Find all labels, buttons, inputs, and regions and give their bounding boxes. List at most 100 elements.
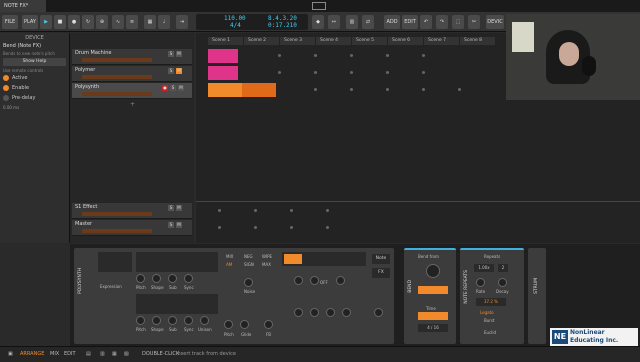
burst-label[interactable]: Burst <box>484 318 495 323</box>
add-button[interactable]: ADD <box>384 15 400 29</box>
shape-2-knob[interactable] <box>152 316 161 325</box>
undo-icon[interactable]: ↶ <box>420 15 432 29</box>
env-decay-knob[interactable] <box>310 308 319 317</box>
rate-knob[interactable] <box>476 278 485 287</box>
empty-slot[interactable] <box>254 226 257 229</box>
glide-knob[interactable] <box>240 320 249 329</box>
empty-slot[interactable] <box>218 209 221 212</box>
bend-time-field[interactable] <box>418 312 448 320</box>
scene-8[interactable]: Scene 8 <box>460 37 496 45</box>
bend-slider[interactable] <box>418 286 448 294</box>
project-tab[interactable]: NOTE FX* <box>0 0 46 12</box>
record-arm-button[interactable]: ● <box>162 85 168 91</box>
fx-button[interactable]: FX <box>372 268 390 278</box>
mute-button[interactable]: M <box>178 85 184 91</box>
track-drum-machine[interactable]: Drum Machine S M <box>72 49 192 65</box>
scene-3[interactable]: Scene 3 <box>280 37 316 45</box>
pitch-knob[interactable] <box>136 274 145 283</box>
track-name[interactable]: S1 Effect <box>75 204 97 210</box>
euclid-label[interactable]: Euclid <box>484 330 496 335</box>
clip-polysynth-2[interactable] <box>242 83 276 97</box>
empty-slot[interactable] <box>254 209 257 212</box>
env-sustain-knob[interactable] <box>326 308 335 317</box>
percent-value[interactable]: 37.2 % <box>476 298 506 306</box>
scene-4[interactable]: Scene 4 <box>316 37 352 45</box>
empty-slot[interactable] <box>278 54 281 57</box>
loop-icon[interactable]: ↻ <box>82 15 94 29</box>
noise-knob[interactable] <box>244 278 253 287</box>
cut-icon[interactable]: ✂ <box>468 15 480 29</box>
mix-tab[interactable]: MIX <box>50 351 59 357</box>
empty-slot[interactable] <box>290 209 293 212</box>
empty-slot[interactable] <box>386 54 389 57</box>
punch-icon[interactable]: ⇥ <box>176 15 188 29</box>
grid-icon[interactable]: ▥ <box>346 15 358 29</box>
max-tab[interactable]: MAX <box>262 262 271 267</box>
tempo-value[interactable]: 110.00 <box>224 15 246 22</box>
layout-icon[interactable]: ▣ <box>8 351 13 357</box>
volume-meter[interactable] <box>82 75 152 79</box>
redo-icon[interactable]: ↷ <box>436 15 448 29</box>
empty-slot[interactable] <box>422 54 425 57</box>
bend-amount-knob[interactable] <box>426 264 440 278</box>
waveform-display-2[interactable] <box>136 294 218 314</box>
menu-icon[interactable] <box>312 2 326 10</box>
legato-label[interactable]: Legato <box>480 310 494 315</box>
resonance-knob[interactable] <box>310 276 319 285</box>
track-s1-effect[interactable]: S1 Effect S M <box>72 203 192 219</box>
volume-meter[interactable] <box>82 92 152 96</box>
empty-slot[interactable] <box>386 71 389 74</box>
waveform-display[interactable] <box>136 252 218 272</box>
track-name[interactable]: Polymer <box>75 67 95 73</box>
keys-icon[interactable]: ▥ <box>100 351 105 357</box>
active-toggle[interactable]: Active <box>0 73 69 83</box>
scene-2[interactable]: Scene 2 <box>244 37 280 45</box>
automation-icon[interactable]: ∿ <box>112 15 124 29</box>
device-view-icon[interactable]: ▦ <box>112 351 117 357</box>
empty-slot[interactable] <box>458 88 461 91</box>
keyboard-icon[interactable]: ▦ <box>144 15 156 29</box>
empty-slot[interactable] <box>386 88 389 91</box>
empty-slot[interactable] <box>422 88 425 91</box>
select-icon[interactable]: ⬚ <box>452 15 464 29</box>
empty-slot[interactable] <box>314 71 317 74</box>
empty-slot[interactable] <box>350 54 353 57</box>
track-master[interactable]: Master S M <box>72 220 192 236</box>
am-tab[interactable]: AM <box>226 262 232 267</box>
bend-time-value[interactable]: 4 / 16 <box>418 324 448 332</box>
edit-tab[interactable]: EDIT <box>64 351 76 357</box>
sign-tab[interactable]: SIGN <box>244 262 254 267</box>
clip-polysynth-1[interactable] <box>208 83 242 97</box>
pre-delay-toggle[interactable]: Pre-delay <box>0 93 69 103</box>
empty-slot[interactable] <box>350 88 353 91</box>
solo-button[interactable]: S <box>168 222 174 228</box>
unison-knob[interactable] <box>200 316 209 325</box>
solo-button[interactable]: S <box>168 68 174 74</box>
env-attack-knob[interactable] <box>294 308 303 317</box>
marker-icon[interactable]: ◆ <box>312 15 324 29</box>
delay-value[interactable]: 0.00 ms <box>3 105 19 110</box>
scene-5[interactable]: Scene 5 <box>352 37 388 45</box>
env-release-knob[interactable] <box>342 308 351 317</box>
cutoff-knob[interactable] <box>294 276 303 285</box>
mix-tab[interactable]: MIX <box>226 254 233 259</box>
play-icon[interactable]: ▶ <box>40 15 52 29</box>
sub-2-knob[interactable] <box>168 316 177 325</box>
neg-tab[interactable]: NEG <box>244 254 253 259</box>
scene-6[interactable]: Scene 6 <box>388 37 424 45</box>
metronome-icon[interactable]: ♩ <box>158 15 170 29</box>
clip-drum-1[interactable] <box>208 49 238 63</box>
note-button[interactable]: Note <box>372 254 390 264</box>
enable-toggle[interactable]: Enable <box>0 83 69 93</box>
drive-knob[interactable] <box>336 276 345 285</box>
filter-mode-active[interactable] <box>284 254 302 264</box>
solo-button[interactable]: S <box>168 205 174 211</box>
osc-pitch-knob[interactable] <box>224 320 233 329</box>
mute-button[interactable]: M <box>176 222 182 228</box>
sub-knob[interactable] <box>168 274 177 283</box>
empty-slot[interactable] <box>218 226 221 229</box>
volume-meter[interactable] <box>82 212 152 216</box>
repeat-count[interactable]: 2 <box>498 264 508 272</box>
stop-icon[interactable]: ■ <box>54 15 66 29</box>
mute-button[interactable]: M <box>176 68 182 74</box>
